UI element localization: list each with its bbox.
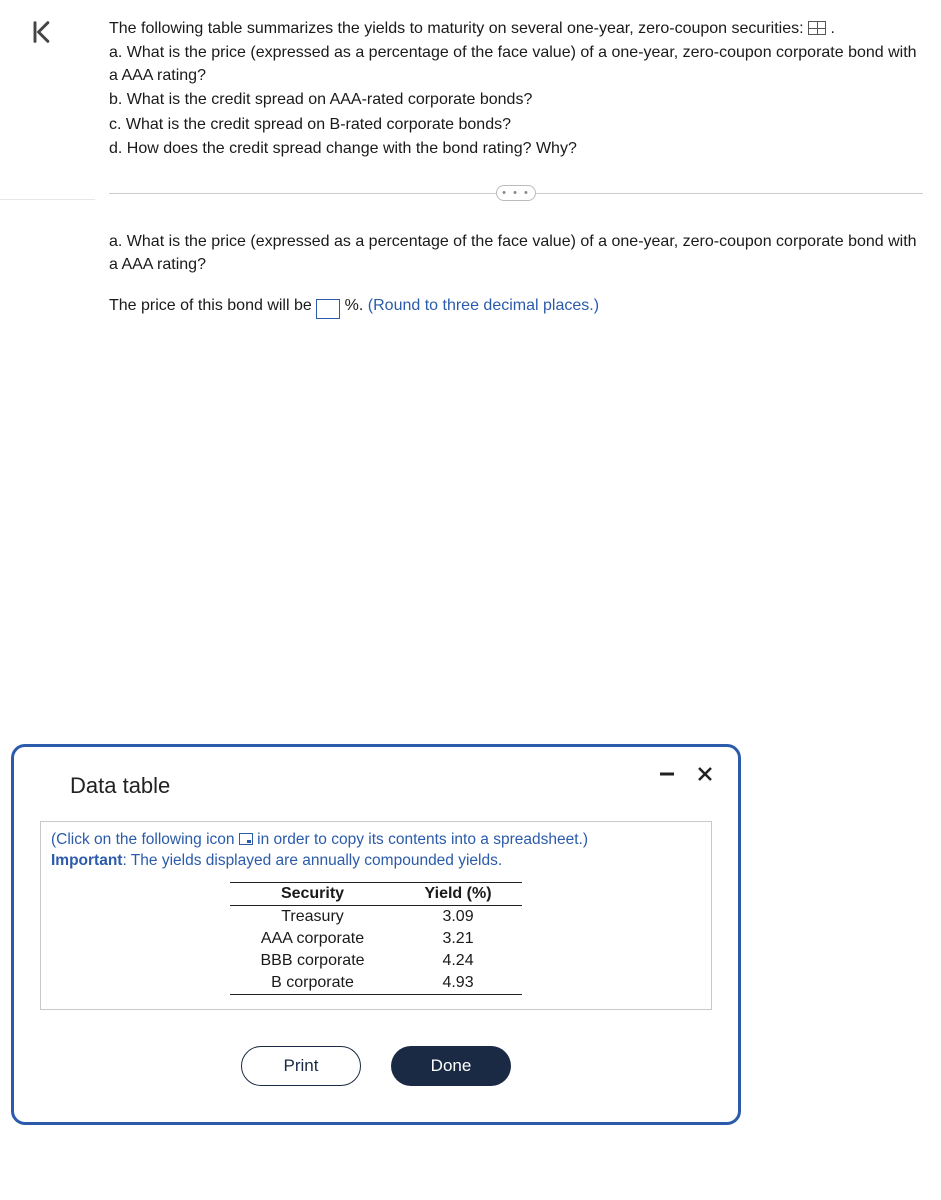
- question-block: The following table summarizes the yield…: [109, 18, 923, 162]
- question-intro: The following table summarizes the yield…: [109, 18, 923, 40]
- minimize-button[interactable]: [656, 763, 678, 785]
- modal-instructions: (Click on the following icon in order to…: [51, 830, 701, 872]
- modal-footer: Print Done: [14, 1020, 738, 1122]
- close-button[interactable]: [694, 763, 716, 785]
- answer-part-a-prompt: a. What is the price (expressed as a per…: [109, 230, 923, 276]
- question-intro-text: The following table summarizes the yield…: [109, 20, 808, 37]
- cell-yield: 4.24: [395, 950, 522, 972]
- table-header-row: Security Yield (%): [230, 882, 521, 905]
- modal-header: Data table: [14, 747, 738, 821]
- cell-security: Treasury: [230, 905, 394, 928]
- copy-to-spreadsheet-icon[interactable]: [239, 833, 253, 845]
- table-row: B corporate 4.93: [230, 972, 521, 995]
- question-intro-post: .: [830, 20, 834, 37]
- print-button[interactable]: Print: [241, 1046, 361, 1086]
- cell-yield: 3.09: [395, 905, 522, 928]
- modal-controls: [656, 763, 716, 785]
- expand-toggle-button[interactable]: • • •: [496, 185, 536, 201]
- answer-area: a. What is the price (expressed as a per…: [109, 230, 923, 319]
- cell-security: AAA corporate: [230, 928, 394, 950]
- question-part-d: d. How does the credit spread change wit…: [109, 138, 923, 160]
- question-part-b: b. What is the credit spread on AAA-rate…: [109, 89, 923, 111]
- yields-table: Security Yield (%) Treasury 3.09 AAA cor…: [230, 882, 521, 995]
- table-row: BBB corporate 4.24: [230, 950, 521, 972]
- rounding-hint: (Round to three decimal places.): [368, 297, 599, 314]
- bond-price-input[interactable]: [316, 299, 340, 319]
- collapse-sidebar-button[interactable]: [28, 18, 56, 46]
- answer-line-post: %.: [345, 297, 368, 314]
- question-divider: • • •: [109, 185, 923, 201]
- chevron-first-icon: [28, 18, 56, 46]
- minimize-icon: [658, 765, 676, 783]
- question-part-a: a. What is the price (expressed as a per…: [109, 42, 923, 87]
- important-label: Important: [51, 852, 122, 869]
- answer-input-line: The price of this bond will be %. (Round…: [109, 294, 923, 319]
- instr-post: in order to copy its contents into a spr…: [257, 831, 588, 848]
- done-button[interactable]: Done: [391, 1046, 511, 1086]
- cell-yield: 3.21: [395, 928, 522, 950]
- col-security: Security: [230, 882, 394, 905]
- cell-security: B corporate: [230, 972, 394, 995]
- answer-line-pre: The price of this bond will be: [109, 297, 316, 314]
- data-table-modal: Data table (Click on the following icon …: [11, 744, 741, 1125]
- table-row: AAA corporate 3.21: [230, 928, 521, 950]
- col-yield: Yield (%): [395, 882, 522, 905]
- cell-yield: 4.93: [395, 972, 522, 995]
- modal-title: Data table: [70, 773, 708, 799]
- data-table-icon[interactable]: [808, 21, 826, 35]
- cell-security: BBB corporate: [230, 950, 394, 972]
- important-text: : The yields displayed are annually comp…: [122, 852, 502, 869]
- question-part-c: c. What is the credit spread on B-rated …: [109, 114, 923, 136]
- instr-pre: (Click on the following icon: [51, 831, 239, 848]
- table-row: Treasury 3.09: [230, 905, 521, 928]
- modal-body: (Click on the following icon in order to…: [40, 821, 712, 1010]
- close-icon: [696, 765, 714, 783]
